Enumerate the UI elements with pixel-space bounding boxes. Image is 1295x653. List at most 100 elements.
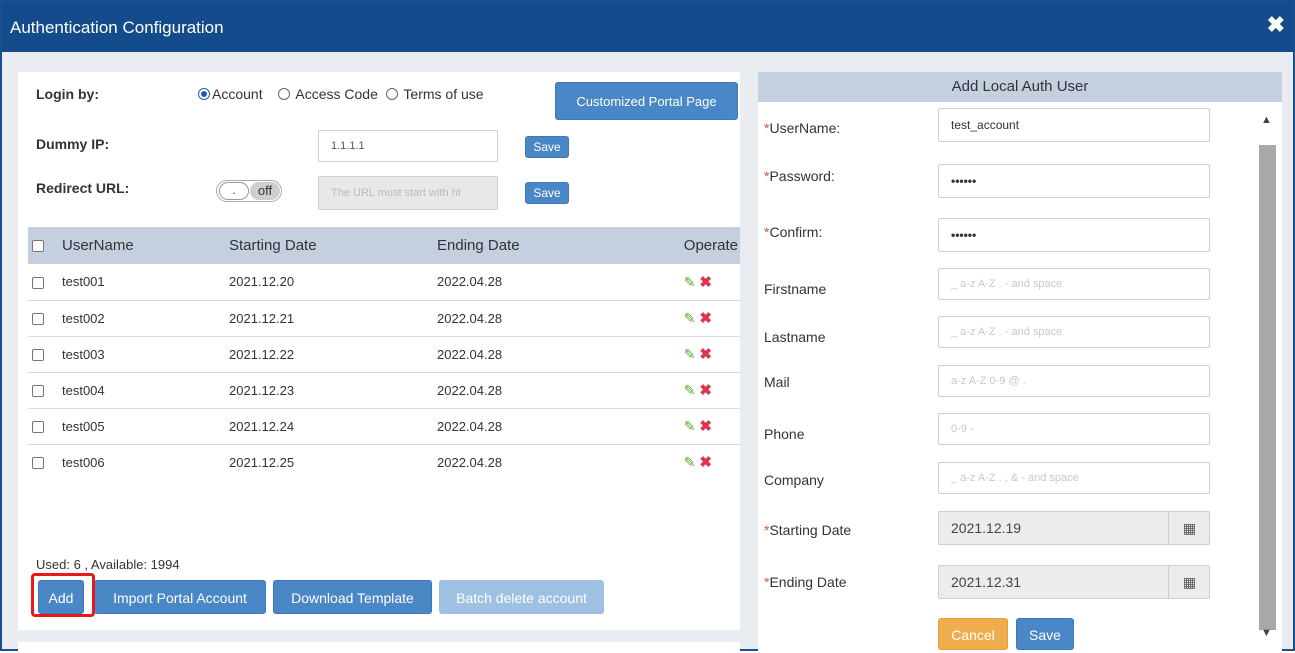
scroll-thumb[interactable]: [1259, 145, 1276, 630]
row-checkbox[interactable]: [32, 421, 44, 434]
download-template-button[interactable]: Download Template: [273, 580, 432, 614]
password-label: *Password:: [764, 168, 835, 184]
row-select-cell: [28, 408, 44, 445]
row-ending-date: 2022.04.28: [437, 454, 503, 470]
delete-icon[interactable]: ✖: [699, 454, 712, 471]
row-checkbox[interactable]: [32, 313, 44, 326]
edit-icon[interactable]: ✎: [684, 274, 696, 290]
table-row: test005 2021.12.24 2022.04.28 ✎ ✖: [28, 408, 740, 445]
row-ending-date: 2022.04.28: [437, 300, 627, 337]
col-ending-date[interactable]: Ending Date: [437, 227, 627, 264]
redirect-url-save-button[interactable]: Save: [525, 182, 569, 204]
redirect-url-input[interactable]: The URL must start with ht: [318, 176, 498, 210]
import-portal-account-button[interactable]: Import Portal Account: [94, 580, 266, 614]
radio-access-code[interactable]: Access Code: [278, 86, 378, 102]
delete-icon[interactable]: ✖: [699, 346, 712, 363]
edit-icon[interactable]: ✎: [684, 310, 696, 326]
redirect-url-label: Redirect URL:: [36, 180, 130, 196]
scroll-up-icon[interactable]: ▲: [1261, 114, 1272, 126]
username-label: *UserName:: [764, 120, 840, 136]
phone-label: Phone: [764, 426, 805, 442]
left-panel: Login by: Account Access Code Terms of u…: [18, 72, 740, 630]
close-icon[interactable]: ✖: [1267, 14, 1285, 36]
add-button-highlight: [31, 573, 95, 617]
row-operate: ✎ ✖: [627, 264, 740, 301]
ending-date-value: 2021.12.31: [951, 574, 1022, 590]
row-starting-date: 2021.12.23: [229, 372, 437, 409]
table-row: test002 2021.12.21 2022.04.28 ✎ ✖: [28, 300, 740, 337]
username-input[interactable]: test_account: [938, 108, 1210, 142]
row-username: test002: [44, 300, 229, 337]
add-user-panel-title: Add Local Auth User: [758, 72, 1282, 102]
row-starting-date: 2021.12.22: [229, 336, 437, 373]
table-row: test003 2021.12.22 2022.04.28 ✎ ✖: [28, 336, 740, 373]
scroll-down-icon[interactable]: ▼: [1261, 627, 1272, 639]
select-all-cell: [28, 227, 44, 264]
confirm-input[interactable]: ••••••: [938, 218, 1210, 252]
company-input[interactable]: _ a-z A-Z . , & - and space: [938, 462, 1210, 494]
customized-portal-button[interactable]: Customized Portal Page: [555, 82, 738, 120]
delete-icon[interactable]: ✖: [699, 382, 712, 399]
col-starting-date[interactable]: Starting Date: [229, 227, 437, 264]
radio-terms-of-use[interactable]: Terms of use: [385, 86, 484, 102]
username-label-text: UserName:: [769, 120, 841, 136]
row-select-cell: [28, 300, 44, 337]
edit-icon[interactable]: ✎: [684, 382, 696, 398]
radio-access-code-icon[interactable]: [278, 88, 291, 100]
radio-account-icon[interactable]: [198, 88, 210, 100]
row-operate: ✎ ✖: [627, 444, 740, 480]
delete-icon[interactable]: ✖: [699, 310, 712, 327]
row-operate: ✎ ✖: [627, 336, 740, 373]
row-operate: ✎ ✖: [627, 300, 740, 337]
save-button[interactable]: Save: [1016, 618, 1074, 650]
row-ending-date: 2022.04.28: [437, 372, 627, 409]
firstname-input[interactable]: _ a-z A-Z . - and space: [938, 268, 1210, 300]
radio-access-code-label: Access Code: [295, 86, 378, 102]
phone-input[interactable]: 0-9 -: [938, 413, 1210, 445]
calendar-icon[interactable]: ▦: [1168, 566, 1210, 598]
row-starting-date: 2021.12.21: [229, 300, 437, 337]
col-operate: Operate: [627, 227, 740, 264]
row-username: test004: [44, 372, 229, 409]
dummy-ip-input[interactable]: 1.1.1.1: [318, 130, 498, 162]
firstname-label: Firstname: [764, 281, 827, 297]
row-checkbox[interactable]: [32, 385, 44, 398]
col-username[interactable]: UserName: [44, 227, 229, 264]
mail-input[interactable]: a-z A-Z 0-9 @ .: [938, 365, 1210, 397]
toggle-knob[interactable]: .: [219, 182, 249, 200]
confirm-label: *Confirm:: [764, 224, 822, 240]
edit-icon[interactable]: ✎: [684, 346, 696, 362]
row-username: test001: [44, 264, 229, 301]
row-ending-date: 2022.04.28: [437, 336, 627, 373]
starting-date-label-text: Starting Date: [769, 522, 852, 538]
radio-terms-icon[interactable]: [385, 88, 398, 100]
lastname-input[interactable]: _ a-z A-Z . - and space: [938, 316, 1210, 348]
edit-icon[interactable]: ✎: [684, 418, 696, 434]
radio-account[interactable]: Account: [198, 86, 263, 102]
edit-icon[interactable]: ✎: [684, 454, 696, 470]
row-checkbox[interactable]: [32, 457, 44, 470]
password-input[interactable]: ••••••: [938, 164, 1210, 198]
confirm-label-text: Confirm:: [769, 224, 823, 240]
row-checkbox[interactable]: [32, 276, 44, 289]
delete-icon[interactable]: ✖: [699, 274, 712, 291]
dummy-ip-save-button[interactable]: Save: [525, 136, 569, 158]
redirect-toggle[interactable]: . off: [216, 180, 282, 202]
batch-delete-button[interactable]: Batch delete account: [439, 580, 604, 614]
delete-icon[interactable]: ✖: [699, 418, 712, 435]
form-scrollbar[interactable]: ▲ ▼: [1253, 102, 1282, 653]
users-table: UserName Starting Date Ending Date Opera…: [28, 227, 740, 480]
row-username: test003: [44, 336, 229, 373]
row-starting-date: 2021.12.20: [229, 264, 437, 301]
row-select-cell: [28, 264, 44, 301]
row-checkbox[interactable]: [32, 349, 44, 362]
select-all-checkbox[interactable]: [32, 240, 44, 253]
row-operate: ✎ ✖: [627, 372, 740, 409]
row-operate: ✎ ✖: [627, 408, 740, 445]
cancel-button[interactable]: Cancel: [938, 618, 1008, 650]
lastname-label: Lastname: [764, 329, 826, 345]
table-header-row: UserName Starting Date Ending Date Opera…: [28, 227, 740, 264]
add-user-panel: Add Local Auth User *UserName: test_acco…: [758, 72, 1282, 653]
calendar-icon[interactable]: ▦: [1168, 512, 1210, 544]
dialog-titlebar: Authentication Configuration ✖: [2, 2, 1293, 52]
